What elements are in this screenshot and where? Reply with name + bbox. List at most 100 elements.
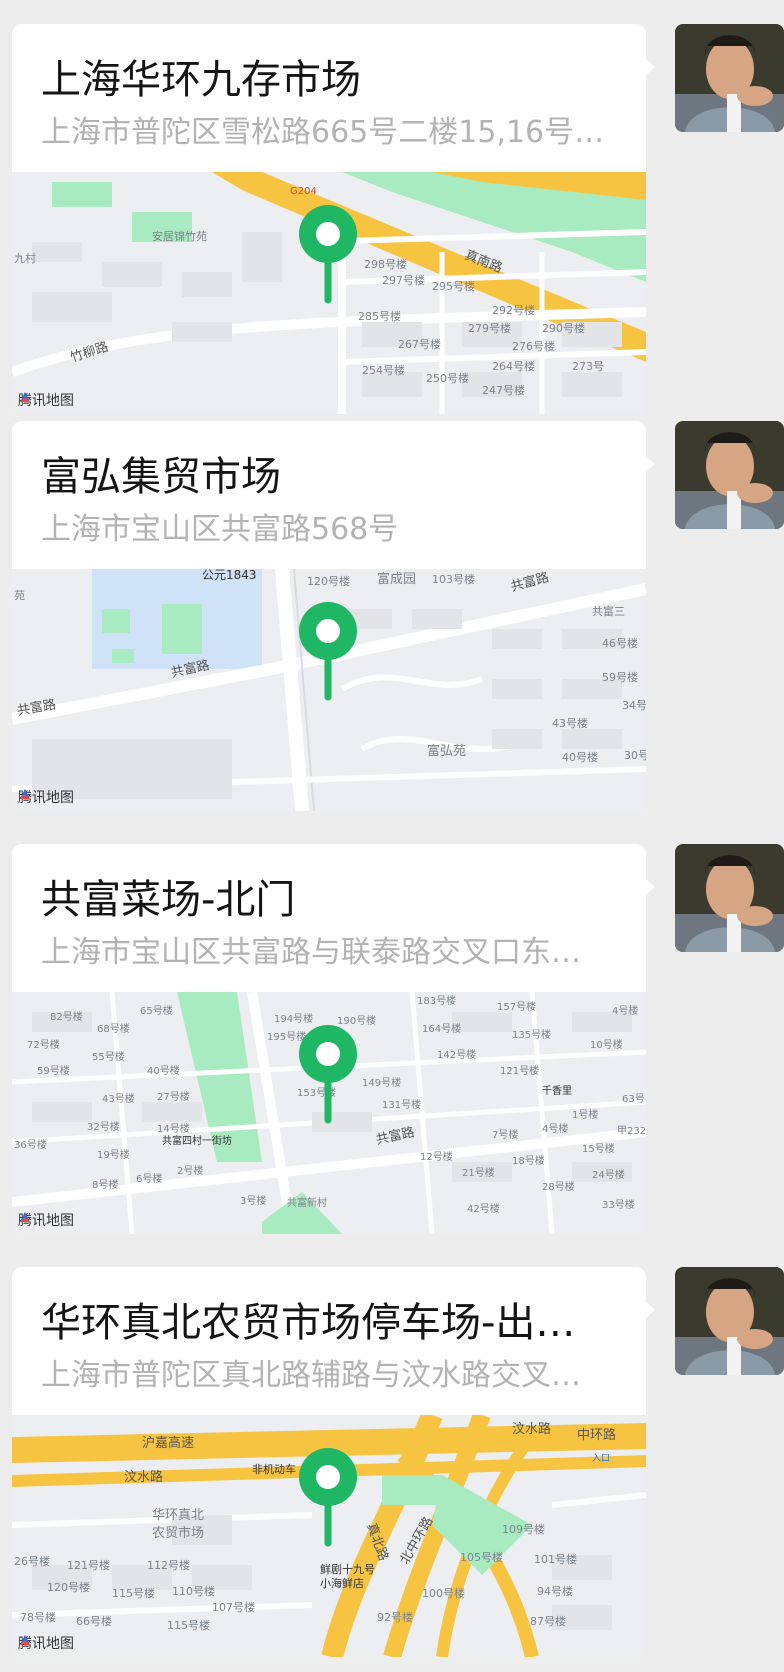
map-label: 18号楼	[512, 1154, 545, 1167]
avatar-photo	[675, 24, 784, 132]
location-address: 上海市普陀区雪松路665号二楼15,16号…	[41, 115, 605, 150]
map-label: 94号楼	[537, 1584, 573, 1598]
location-title: 上海华环九存市场	[41, 57, 361, 103]
map-label: 1号楼	[572, 1108, 598, 1121]
location-title: 共富菜场-北门	[41, 877, 296, 923]
map-label: 汶水路	[124, 1469, 163, 1485]
map-label: 110号楼	[172, 1584, 215, 1598]
map-label: 鲜剧十九号	[320, 1562, 375, 1576]
map-label: 46号楼	[602, 636, 638, 650]
map-label: 24号楼	[592, 1168, 625, 1181]
map-label: 九村	[14, 251, 36, 265]
map-label: 55号楼	[92, 1050, 125, 1063]
map-label: 295号楼	[432, 279, 475, 293]
map-label: 2号楼	[177, 1164, 203, 1177]
tencent-map-logo-icon	[20, 1635, 30, 1645]
location-address: 上海市普陀区真北路辅路与汶水路交叉…	[41, 1358, 581, 1393]
map-label: 33号楼	[602, 1198, 635, 1211]
map-label: 115号楼	[112, 1586, 155, 1600]
map-label: 194号楼	[274, 1012, 313, 1025]
location-card[interactable]: 上海华环九存市场 上海市普陀区雪松路665号二楼15,16号… G204 安居锦…	[12, 24, 655, 414]
map-label: 入口	[592, 1453, 610, 1464]
map-label: 105号楼	[460, 1550, 503, 1564]
map-label: 40号楼	[562, 750, 598, 764]
map-label: 135号楼	[512, 1028, 551, 1041]
map-label: 富成园	[377, 571, 416, 587]
map-preview[interactable]: 沪嘉高速 汶水路 中环路 汶水路 非机动车 华环真北 农贸市场 真北路 北中环路…	[12, 1415, 646, 1657]
map-label: 15号楼	[582, 1142, 615, 1155]
avatar-photo	[675, 844, 784, 952]
map-label: 共富四村一街坊	[162, 1134, 232, 1147]
map-label: 120号楼	[307, 574, 350, 588]
map-label: 78号楼	[20, 1610, 56, 1624]
map-label: 36号楼	[14, 1138, 47, 1151]
map-label: 28号楼	[542, 1180, 575, 1193]
map-label: 21号楼	[462, 1166, 495, 1179]
map-label: 共富新村	[287, 1196, 327, 1209]
map-label: 4号楼	[612, 1004, 638, 1017]
location-card[interactable]: 共富菜场-北门 上海市宝山区共富路与联泰路交叉口东… 183号楼 157号楼 4…	[12, 844, 655, 1234]
map-preview[interactable]: G204 安居锦竹苑 298号楼 297号楼 295号楼 真南路 285号楼 2…	[12, 172, 646, 414]
map-label: 59号楼	[602, 670, 638, 684]
map-graphic: 沪嘉高速 汶水路 中环路 汶水路 非机动车 华环真北 农贸市场 真北路 北中环路…	[12, 1415, 646, 1657]
map-label: 112号楼	[147, 1558, 190, 1572]
map-label: 267号楼	[398, 337, 441, 351]
location-card[interactable]: 富弘集贸市场 上海市宝山区共富路568号 公元1843 120号楼 富成园 10…	[12, 421, 655, 811]
map-label: 72号楼	[27, 1038, 60, 1051]
map-label: 121号楼	[500, 1064, 539, 1077]
map-graphic: 183号楼 157号楼 4号楼 82号楼 65号楼 194号楼 190号楼 16…	[12, 992, 646, 1234]
map-label: 10号楼	[590, 1038, 623, 1051]
map-label: 40号楼	[147, 1064, 180, 1077]
avatar[interactable]	[675, 421, 784, 529]
map-label: 汶水路	[512, 1421, 551, 1437]
map-label: 苑	[14, 589, 25, 602]
map-label: 190号楼	[337, 1014, 376, 1027]
map-label: 279号楼	[468, 321, 511, 335]
map-label: 4号楼	[542, 1122, 568, 1135]
map-label: 8号楼	[92, 1178, 118, 1191]
map-label: 87号楼	[530, 1614, 566, 1628]
map-label: 101号楼	[534, 1552, 577, 1566]
map-label: 264号楼	[492, 359, 535, 373]
map-label: 142号楼	[437, 1048, 476, 1061]
location-card[interactable]: 华环真北农贸市场停车场-出… 上海市普陀区真北路辅路与汶水路交叉… 沪嘉高速 汶…	[12, 1267, 655, 1657]
map-label: 沪嘉高速	[142, 1435, 194, 1451]
map-label: 273号	[572, 360, 604, 373]
location-message-2[interactable]: 富弘集贸市场 上海市宝山区共富路568号 公元1843 120号楼 富成园 10…	[0, 397, 784, 817]
map-label: 250号楼	[426, 371, 469, 385]
avatar[interactable]	[675, 24, 784, 132]
tencent-map-logo-icon	[20, 789, 30, 799]
map-label: 12号楼	[420, 1150, 453, 1163]
map-label: 292号楼	[492, 303, 535, 317]
map-label: 千香里	[542, 1085, 572, 1097]
map-label: 32号楼	[87, 1120, 120, 1133]
map-label: 131号楼	[382, 1098, 421, 1111]
map-graphic: 公元1843 120号楼 富成园 103号楼 共富路 共富三 46号楼 59号楼…	[12, 569, 646, 811]
map-label: 26号楼	[14, 1554, 50, 1568]
map-label: 68号楼	[97, 1022, 130, 1035]
location-title: 富弘集贸市场	[41, 454, 281, 500]
location-message-3[interactable]: 共富菜场-北门 上海市宝山区共富路与联泰路交叉口东… 183号楼 157号楼 4…	[0, 820, 784, 1240]
map-label: 66号楼	[76, 1614, 112, 1628]
avatar[interactable]	[675, 844, 784, 952]
map-label: 42号楼	[467, 1202, 500, 1215]
location-message-4[interactable]: 华环真北农贸市场停车场-出… 上海市普陀区真北路辅路与汶水路交叉… 沪嘉高速 汶…	[0, 1243, 784, 1663]
map-label: 120号楼	[47, 1580, 90, 1594]
map-label: 115号楼	[167, 1618, 210, 1632]
map-label: 298号楼	[364, 257, 407, 271]
tencent-map-logo-icon	[20, 1212, 30, 1222]
map-label: 非机动车	[252, 1462, 296, 1476]
map-label: 43号楼	[102, 1092, 135, 1105]
map-label: 195号楼	[267, 1030, 306, 1043]
map-preview[interactable]: 公元1843 120号楼 富成园 103号楼 共富路 共富三 46号楼 59号楼…	[12, 569, 646, 811]
location-title: 华环真北农贸市场停车场-出…	[41, 1300, 576, 1346]
map-label: 290号楼	[542, 321, 585, 335]
location-message-1[interactable]: 上海华环九存市场 上海市普陀区雪松路665号二楼15,16号… G204 安居锦…	[0, 0, 784, 420]
avatar[interactable]	[675, 1267, 784, 1375]
map-preview[interactable]: 183号楼 157号楼 4号楼 82号楼 65号楼 194号楼 190号楼 16…	[12, 992, 646, 1234]
map-label: 92号楼	[377, 1610, 413, 1624]
map-label: 164号楼	[422, 1022, 461, 1035]
map-label: 63号	[622, 1093, 645, 1105]
avatar-photo	[675, 1267, 784, 1375]
map-label: 安居锦竹苑	[152, 229, 207, 243]
